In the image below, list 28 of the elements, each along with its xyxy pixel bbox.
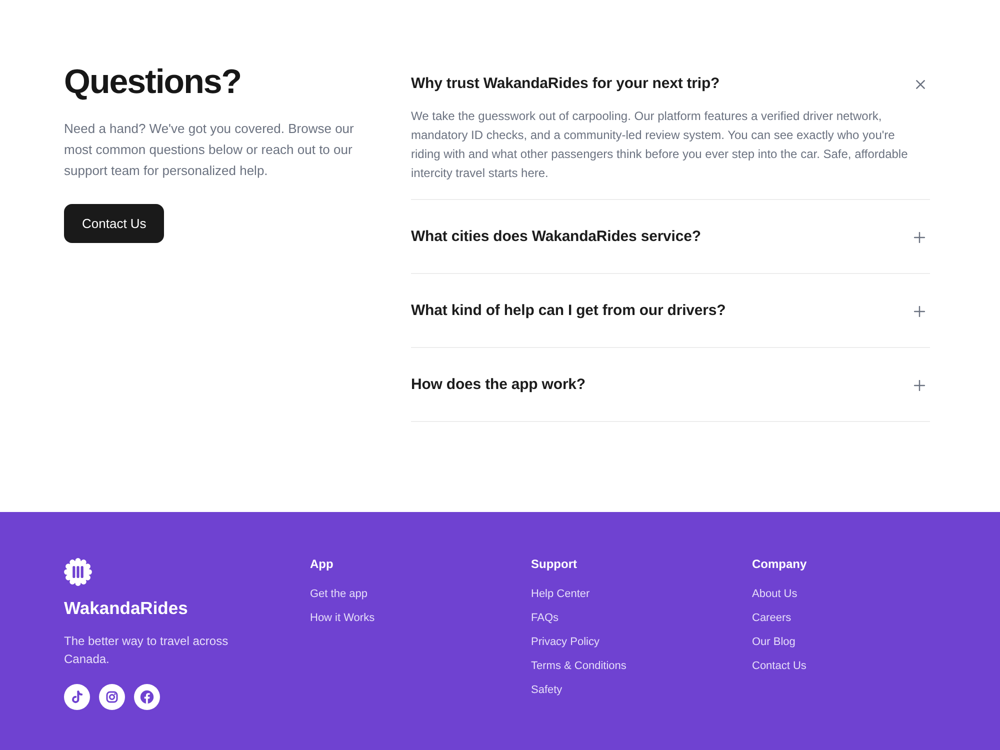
footer-link[interactable]: Privacy Policy (531, 634, 600, 650)
faq-answer: We take the guesswork out of carpooling. Our platform features a verified driver network, mandatory ID checks, and a community-led review system. You can see exactly who you're riding with and what other passengers think before you ever step into the car. Safe, affordable intercity travel starts here. (411, 108, 909, 182)
logo-icon (64, 558, 92, 586)
brand-name: WakandaRides (64, 597, 188, 619)
facebook-icon[interactable] (134, 684, 160, 710)
footer-column-heading: Company (752, 556, 807, 572)
footer-link[interactable]: Our Blog (752, 634, 796, 650)
footer-link[interactable]: Safety (531, 682, 562, 698)
faq-question[interactable]: Why trust WakandaRides for your next trip? (411, 73, 930, 95)
footer-column-heading: Support (531, 556, 577, 572)
contact-button[interactable]: Contact Us (64, 204, 164, 243)
footer-link[interactable]: Careers (752, 610, 792, 626)
footer-link[interactable]: FAQs (531, 610, 559, 626)
footer-link[interactable]: Terms & Conditions (531, 658, 626, 674)
faq-question[interactable]: How does the app work? (411, 374, 930, 396)
brand-tagline: The better way to travel across Canada. (64, 633, 230, 668)
faq-question[interactable]: What kind of help can I get from our drivers? (411, 300, 930, 322)
footer-link[interactable]: Help Center (531, 586, 590, 602)
faq-intro: Need a hand? We've got you covered. Browse our most common questions below or reach out to our support team for personalized help. (64, 120, 355, 180)
footer-link[interactable]: Get the app (310, 586, 368, 602)
tiktok-icon[interactable] (64, 684, 90, 710)
footer-link[interactable]: About Us (752, 586, 798, 602)
faq-question[interactable]: What cities does WakandaRides service? (411, 226, 930, 248)
footer-column-heading: App (310, 556, 334, 572)
footer-link[interactable]: Contact Us (752, 658, 806, 674)
faq-heading: Questions? (64, 62, 242, 103)
instagram-icon[interactable] (99, 684, 125, 710)
footer-link[interactable]: How it Works (310, 610, 375, 626)
